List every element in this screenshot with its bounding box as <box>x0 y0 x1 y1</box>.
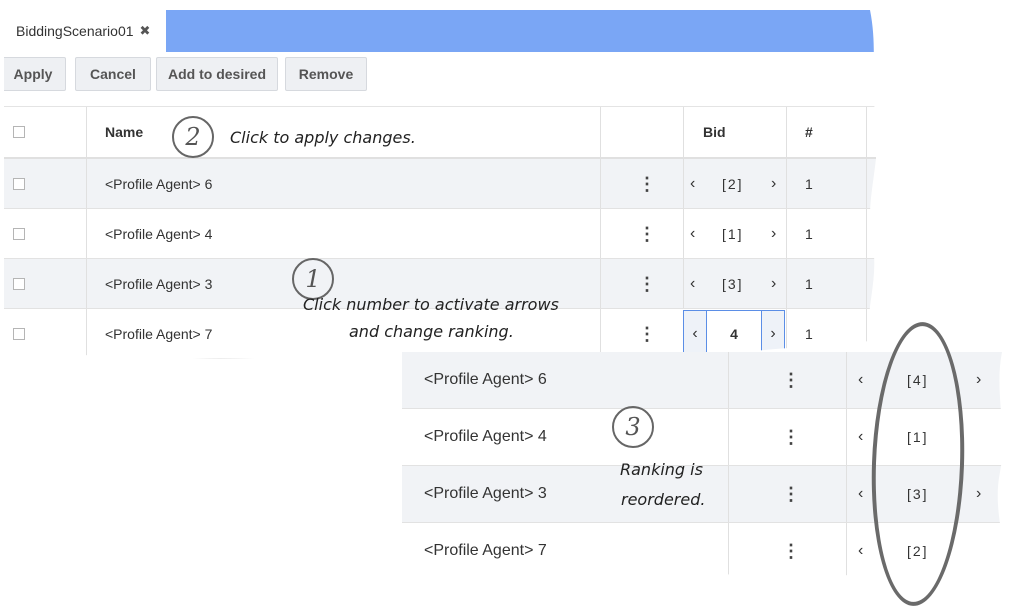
chevron-right-icon[interactable]: › <box>771 225 776 243</box>
chevron-right-icon[interactable]: › <box>761 311 784 357</box>
chevron-left-icon[interactable]: ‹ <box>690 175 695 193</box>
table-row[interactable]: <Profile Agent> 4 ⋮ ‹ [1] › 1 <box>4 209 876 259</box>
row-menu-icon[interactable]: ⋮ <box>782 428 800 446</box>
count-value: 1 <box>805 225 813 242</box>
agent-name: <Profile Agent> 3 <box>424 485 547 502</box>
step-2-badge: 2 <box>172 116 214 158</box>
bid-rank[interactable]: [3] <box>722 276 744 292</box>
remove-button[interactable]: Remove <box>285 57 367 91</box>
agent-name: <Profile Agent> 4 <box>105 225 213 242</box>
agent-name: <Profile Agent> 3 <box>105 275 213 292</box>
step-2-note: Click to apply changes. <box>230 128 416 147</box>
bid-rank-editor[interactable]: ‹ 4 › <box>683 310 785 358</box>
close-icon[interactable]: ✖ <box>140 23 151 39</box>
agent-name: <Profile Agent> 7 <box>105 325 213 342</box>
column-header-bid[interactable]: Bid <box>703 107 726 157</box>
chevron-left-icon[interactable]: ‹ <box>858 371 863 389</box>
chevron-right-icon[interactable]: › <box>976 485 981 503</box>
bid-rank[interactable]: [1] <box>722 226 744 242</box>
agent-name: <Profile Agent> 4 <box>424 428 547 445</box>
chevron-left-icon[interactable]: ‹ <box>684 311 707 357</box>
row-menu-icon[interactable]: ⋮ <box>782 542 800 560</box>
chevron-left-icon[interactable]: ‹ <box>858 428 863 446</box>
cancel-button[interactable]: Cancel <box>75 57 151 91</box>
chevron-left-icon[interactable]: ‹ <box>858 542 863 560</box>
count-value: 1 <box>805 175 813 192</box>
row-checkbox[interactable] <box>13 228 25 240</box>
apply-button[interactable]: Apply <box>4 57 66 91</box>
tab-bar: BiddingScenario01 ✖ <box>4 10 876 52</box>
column-header-number[interactable]: # <box>805 107 813 157</box>
step-3-note-line1: Ranking is <box>620 460 703 479</box>
row-menu-icon[interactable]: ⋮ <box>782 485 800 503</box>
row-menu-icon[interactable]: ⋮ <box>638 225 656 243</box>
chevron-left-icon[interactable]: ‹ <box>858 485 863 503</box>
row-checkbox[interactable] <box>13 278 25 290</box>
row-checkbox[interactable] <box>13 328 25 340</box>
row-menu-icon[interactable]: ⋮ <box>638 325 656 343</box>
bid-rank[interactable]: [2] <box>722 176 744 192</box>
row-checkbox[interactable] <box>13 178 25 190</box>
chevron-right-icon[interactable]: › <box>771 175 776 193</box>
row-menu-icon[interactable]: ⋮ <box>638 275 656 293</box>
next-arrow-glyph[interactable]: › <box>770 325 775 343</box>
step-1-note-line2: and change ranking. <box>349 322 514 341</box>
table-header: Name Bid # <box>4 107 876 159</box>
row-menu-icon[interactable]: ⋮ <box>782 371 800 389</box>
toolbar: Apply Cancel Add to desired Remove <box>4 52 876 107</box>
agent-name: <Profile Agent> 6 <box>424 371 547 388</box>
bid-rank-input[interactable]: 4 <box>706 311 762 357</box>
agent-name: <Profile Agent> 7 <box>424 542 547 559</box>
step-3-note-line2: reordered. <box>621 490 706 509</box>
count-value: 1 <box>805 275 813 292</box>
step-1-note-line1: Click number to activate arrows <box>303 295 559 314</box>
chevron-left-icon[interactable]: ‹ <box>690 275 695 293</box>
chevron-right-icon[interactable]: › <box>771 275 776 293</box>
table-row[interactable]: <Profile Agent> 6 ⋮ ‹ [2] › 1 <box>4 159 876 209</box>
tab-title: BiddingScenario01 <box>16 23 134 39</box>
chevron-right-icon[interactable]: › <box>976 371 981 389</box>
row-menu-icon[interactable]: ⋮ <box>638 175 656 193</box>
add-to-desired-button[interactable]: Add to desired <box>156 57 278 91</box>
select-all-checkbox[interactable] <box>13 126 25 138</box>
tab-bidding-scenario[interactable]: BiddingScenario01 ✖ <box>4 10 166 52</box>
count-value: 1 <box>805 325 813 342</box>
step-1-badge: 1 <box>292 258 334 300</box>
prev-arrow-glyph[interactable]: ‹ <box>692 325 697 343</box>
column-header-name[interactable]: Name <box>105 107 143 157</box>
step-3-badge: 3 <box>612 406 654 448</box>
chevron-left-icon[interactable]: ‹ <box>690 225 695 243</box>
agent-name: <Profile Agent> 6 <box>105 175 213 192</box>
